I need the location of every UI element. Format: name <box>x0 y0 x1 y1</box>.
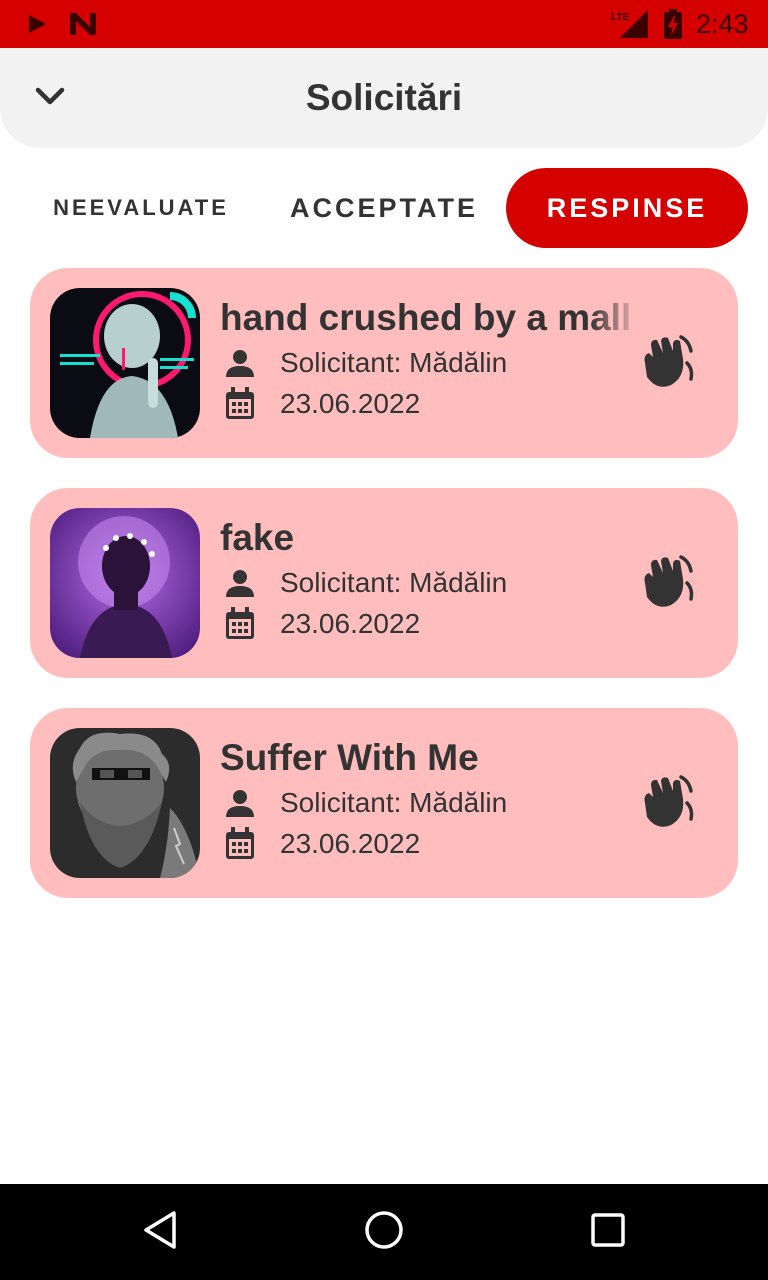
tab-respinse[interactable]: RESPINSE <box>506 168 748 248</box>
requester-text: Solicitant: Mădălin <box>280 787 508 818</box>
tab-acceptate[interactable]: ACCEPTATE <box>270 168 498 248</box>
header: Solicitări <box>0 48 768 148</box>
back-triangle-icon <box>142 1210 178 1255</box>
wave-hand-icon <box>637 333 695 396</box>
recents-square-icon <box>590 1212 626 1253</box>
request-title: fake <box>220 517 295 558</box>
svg-text:LTE: LTE <box>611 12 629 23</box>
requester-text: Solicitant: Mădălin <box>280 347 508 378</box>
date-text: 23.06.2022 <box>280 608 421 639</box>
calendar-icon <box>220 384 260 424</box>
status-bar: LTE 2:43 <box>0 0 768 48</box>
play-icon <box>26 0 48 48</box>
nav-back-button[interactable] <box>136 1208 184 1256</box>
date-row: 23.06.2022 <box>220 384 420 424</box>
nav-recents-button[interactable] <box>584 1208 632 1256</box>
person-icon <box>220 783 260 823</box>
wave-button[interactable] <box>634 772 698 836</box>
person-icon <box>220 343 260 383</box>
wave-button[interactable] <box>634 332 698 396</box>
requester-row: Solicitant: Mădălin <box>220 563 507 603</box>
date-text: 23.06.2022 <box>280 388 421 419</box>
artwork-thumbnail <box>50 288 200 438</box>
nav-home-button[interactable] <box>360 1208 408 1256</box>
artwork-thumbnail <box>50 508 200 658</box>
request-card[interactable]: fake Solicitant: Mădălin 23.06.2022 <box>30 488 738 678</box>
date-row: 23.06.2022 <box>220 604 420 644</box>
request-card[interactable]: Suffer With Me Solicitant: Mădălin 23.06… <box>30 708 738 898</box>
artwork-thumbnail <box>50 728 200 878</box>
tab-neevaluate[interactable]: NEEVALUATE <box>38 168 244 248</box>
request-title: hand crushed by a mall <box>220 297 632 338</box>
page-title: Solicitări <box>305 77 463 118</box>
wave-hand-icon <box>637 553 695 616</box>
status-time: 2:43 <box>696 9 749 39</box>
calendar-icon <box>220 604 260 644</box>
lte-signal-icon: LTE <box>610 0 650 48</box>
request-title: Suffer With Me <box>220 737 479 778</box>
requester-text: Solicitant: Mădălin <box>280 567 508 598</box>
requester-row: Solicitant: Mădălin <box>220 783 507 823</box>
request-card[interactable]: hand crushed by a mall Solicitant: Mădăl… <box>30 268 738 458</box>
requester-row: Solicitant: Mădălin <box>220 343 507 383</box>
n-app-icon <box>68 0 98 48</box>
date-text: 23.06.2022 <box>280 828 421 859</box>
home-circle-icon <box>364 1210 404 1255</box>
system-nav-bar <box>0 1184 768 1280</box>
wave-button[interactable] <box>634 552 698 616</box>
person-icon <box>220 563 260 603</box>
date-row: 23.06.2022 <box>220 824 420 864</box>
battery-charging-icon <box>662 0 684 48</box>
wave-hand-icon <box>637 773 695 836</box>
calendar-icon <box>220 824 260 864</box>
status-tabs: NEEVALUATE ACCEPTATE RESPINSE <box>0 168 768 248</box>
